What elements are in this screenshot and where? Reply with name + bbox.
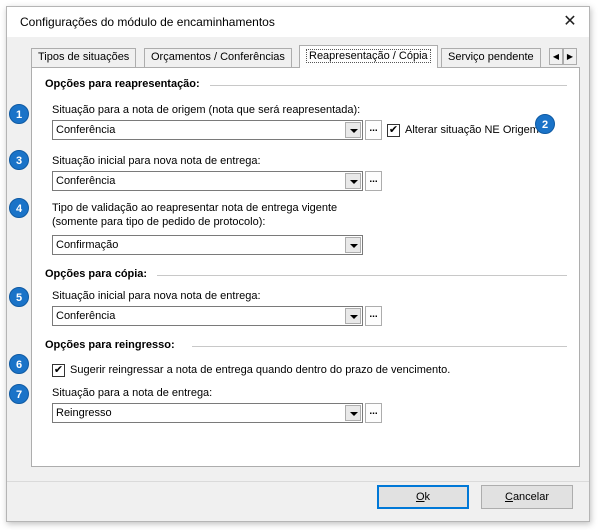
- alterar-situacao-checkbox[interactable]: ✔: [387, 124, 400, 137]
- inicial-reapresentacao-label: Situação inicial para nova nota de entre…: [52, 155, 261, 167]
- inicial-copia-label: Situação inicial para nova nota de entre…: [52, 290, 261, 302]
- tab-reapresentacao-copia[interactable]: Reapresentação / Cópia: [299, 45, 438, 68]
- inicial-reapresentacao-dropdown[interactable]: Conferência: [52, 171, 363, 191]
- tab-scroll-left-icon[interactable]: ◀: [549, 48, 563, 65]
- title-bar: Configurações do módulo de encaminhament…: [7, 7, 589, 37]
- chevron-down-icon[interactable]: [345, 237, 361, 253]
- section-divider: [157, 275, 567, 276]
- annotation-badge-5: 5: [9, 287, 29, 307]
- annotation-badge-6: 6: [9, 354, 29, 374]
- dropdown-value: Confirmação: [56, 239, 119, 251]
- validacao-dropdown[interactable]: Confirmação: [52, 235, 363, 255]
- inicial-copia-dropdown[interactable]: Conferência: [52, 306, 363, 326]
- tab-label: Serviço pendente: [448, 51, 534, 63]
- annotation-badge-3: 3: [9, 150, 29, 170]
- annotation-badge-2: 2: [535, 114, 555, 134]
- inicial-reapresentacao-browse-button[interactable]: ...: [365, 171, 382, 191]
- chevron-down-icon[interactable]: [345, 405, 361, 421]
- origem-situation-dropdown[interactable]: Conferência: [52, 120, 363, 140]
- section-reapresentacao-header: Opções para reapresentação:: [45, 78, 200, 90]
- dropdown-value: Conferência: [56, 175, 116, 187]
- cancel-button[interactable]: Cancelar: [481, 485, 573, 509]
- tab-label: Reapresentação / Cópia: [306, 49, 431, 63]
- situacao-reingresso-dropdown[interactable]: Reingresso: [52, 403, 363, 423]
- sugerir-reingresso-checkbox[interactable]: ✔: [52, 364, 65, 377]
- chevron-down-icon[interactable]: [345, 122, 361, 138]
- settings-dialog: Configurações do módulo de encaminhament…: [6, 6, 590, 522]
- tab-orcamentos-conferencias[interactable]: Orçamentos / Conferências: [144, 48, 292, 67]
- chevron-down-icon[interactable]: [345, 173, 361, 189]
- alterar-situacao-label: Alterar situação NE Origem: [405, 124, 539, 136]
- validacao-label-line2: (somente para tipo de pedido de protocol…: [52, 216, 266, 228]
- tab-tipos-de-situacoes[interactable]: Tipos de situações: [31, 48, 137, 67]
- footer-divider: [7, 481, 589, 482]
- tab-strip: Tipos de situações Orçamentos / Conferên…: [31, 45, 577, 68]
- chevron-down-icon[interactable]: [345, 308, 361, 324]
- tab-scroll-right-icon[interactable]: ▶: [563, 48, 577, 65]
- annotation-badge-1: 1: [9, 104, 29, 124]
- dropdown-value: Conferência: [56, 310, 116, 322]
- section-divider: [210, 85, 567, 86]
- sugerir-reingresso-label: Sugerir reingressar a nota de entrega qu…: [70, 364, 451, 376]
- annotation-badge-4: 4: [9, 198, 29, 218]
- tab-label: Orçamentos / Conferências: [151, 51, 285, 63]
- origem-browse-button[interactable]: ...: [365, 120, 382, 140]
- tab-servico-pendente[interactable]: Serviço pendente: [441, 48, 541, 67]
- window-title: Configurações do módulo de encaminhament…: [20, 15, 275, 29]
- dropdown-value: Reingresso: [56, 407, 112, 419]
- tab-page-reapresentacao-copia: Opções para reapresentação: Situação par…: [31, 67, 580, 467]
- section-copia-header: Opções para cópia:: [45, 268, 148, 280]
- section-reingresso-header: Opções para reingresso:: [45, 339, 175, 351]
- close-icon[interactable]: ✕: [559, 11, 581, 33]
- annotation-badge-7: 7: [9, 384, 29, 404]
- situacao-reingresso-browse-button[interactable]: ...: [365, 403, 382, 423]
- situacao-reingresso-label: Situação para a nota de entrega:: [52, 387, 213, 399]
- validacao-label-line1: Tipo de validação ao reapresentar nota d…: [52, 202, 338, 214]
- inicial-copia-browse-button[interactable]: ...: [365, 306, 382, 326]
- origem-label: Situação para a nota de origem (nota que…: [52, 104, 361, 116]
- tab-label: Tipos de situações: [38, 51, 130, 63]
- dropdown-value: Conferência: [56, 124, 116, 136]
- section-divider: [192, 346, 567, 347]
- ok-button[interactable]: Ok: [377, 485, 469, 509]
